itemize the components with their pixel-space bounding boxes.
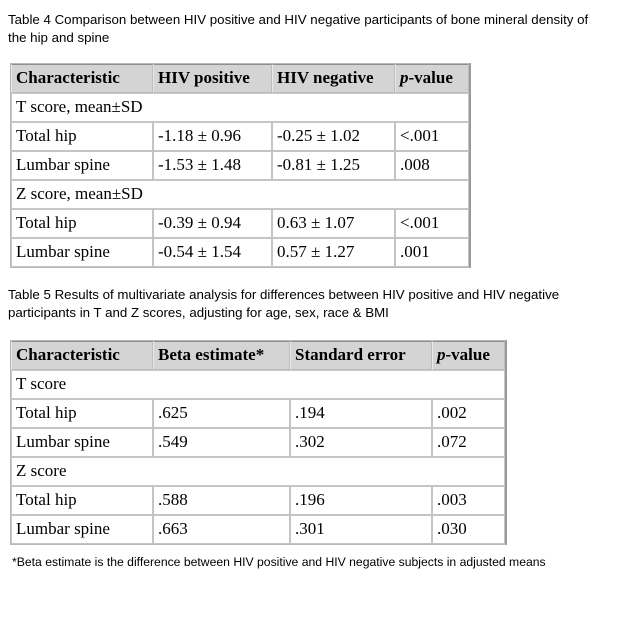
cell-characteristic: Total hip <box>11 486 153 515</box>
table4-caption: Table 4 Comparison between HIV positive … <box>8 12 589 45</box>
cell-hiv-positive: -0.54 ± 1.54 <box>153 238 272 267</box>
table4-section-label-t: T score, mean±SD <box>11 93 469 122</box>
cell-standard-error: .301 <box>290 515 432 544</box>
cell-p-value: .003 <box>432 486 505 515</box>
table4-header-row: Characteristic HIV positive HIV negative… <box>11 64 469 93</box>
cell-hiv-negative: -0.25 ± 1.02 <box>272 122 395 151</box>
cell-hiv-negative: 0.57 ± 1.27 <box>272 238 395 267</box>
cell-characteristic: Lumbar spine <box>11 515 153 544</box>
table5-header-row: Characteristic Beta estimate* Standard e… <box>11 341 505 370</box>
cell-p-value: .001 <box>395 238 469 267</box>
cell-hiv-positive: -1.53 ± 1.48 <box>153 151 272 180</box>
table5-footnote: *Beta estimate is the difference between… <box>12 555 546 569</box>
table4-header-p-value: p-value <box>395 64 469 93</box>
table5-header-characteristic: Characteristic <box>11 341 153 370</box>
cell-beta-estimate: .663 <box>153 515 290 544</box>
cell-p-value: <.001 <box>395 209 469 238</box>
p-symbol: p <box>437 345 446 364</box>
table4-header-hiv-positive: HIV positive <box>153 64 272 93</box>
cell-beta-estimate: .588 <box>153 486 290 515</box>
table-row: Lumbar spine -1.53 ± 1.48 -0.81 ± 1.25 .… <box>11 151 469 180</box>
cell-characteristic: Lumbar spine <box>11 428 153 457</box>
cell-beta-estimate: .625 <box>153 399 290 428</box>
table4: Characteristic HIV positive HIV negative… <box>10 63 471 268</box>
table5-section-header-row: Z score <box>11 457 505 486</box>
table4-section-label-z: Z score, mean±SD <box>11 180 469 209</box>
table4-section-header-row: Z score, mean±SD <box>11 180 469 209</box>
cell-characteristic: Total hip <box>11 209 153 238</box>
cell-p-value: .002 <box>432 399 505 428</box>
cell-characteristic: Total hip <box>11 399 153 428</box>
p-value-suffix: -value <box>445 345 490 364</box>
p-value-suffix: -value <box>408 68 453 87</box>
table4-section-header-row: T score, mean±SD <box>11 93 469 122</box>
table-row: Total hip .625 .194 .002 <box>11 399 505 428</box>
cell-standard-error: .194 <box>290 399 432 428</box>
table5-header-standard-error: Standard error <box>290 341 432 370</box>
cell-hiv-positive: -0.39 ± 0.94 <box>153 209 272 238</box>
cell-standard-error: .302 <box>290 428 432 457</box>
table-row: Total hip .588 .196 .003 <box>11 486 505 515</box>
cell-p-value: .072 <box>432 428 505 457</box>
table-row: Lumbar spine .663 .301 .030 <box>11 515 505 544</box>
table-row: Lumbar spine -0.54 ± 1.54 0.57 ± 1.27 .0… <box>11 238 469 267</box>
cell-hiv-positive: -1.18 ± 0.96 <box>153 122 272 151</box>
table5-section-label-t: T score <box>11 370 505 399</box>
table4-header-hiv-negative: HIV negative <box>272 64 395 93</box>
table5-section-label-z: Z score <box>11 457 505 486</box>
document-page: Table 4 Comparison between HIV positive … <box>0 0 629 570</box>
cell-hiv-negative: 0.63 ± 1.07 <box>272 209 395 238</box>
cell-characteristic: Lumbar spine <box>11 238 153 267</box>
table-row: Total hip -1.18 ± 0.96 -0.25 ± 1.02 <.00… <box>11 122 469 151</box>
table-row: Total hip -0.39 ± 0.94 0.63 ± 1.07 <.001 <box>11 209 469 238</box>
cell-characteristic: Lumbar spine <box>11 151 153 180</box>
table4-header-characteristic: Characteristic <box>11 64 153 93</box>
cell-characteristic: Total hip <box>11 122 153 151</box>
cell-p-value: .030 <box>432 515 505 544</box>
table5-header-beta-estimate: Beta estimate* <box>153 341 290 370</box>
table5: Characteristic Beta estimate* Standard e… <box>10 340 507 545</box>
cell-p-value: <.001 <box>395 122 469 151</box>
table5-section-header-row: T score <box>11 370 505 399</box>
cell-standard-error: .196 <box>290 486 432 515</box>
table5-caption: Table 5 Results of multivariate analysis… <box>8 287 560 320</box>
cell-beta-estimate: .549 <box>153 428 290 457</box>
p-symbol: p <box>400 68 409 87</box>
table-row: Lumbar spine .549 .302 .072 <box>11 428 505 457</box>
table5-header-p-value: p-value <box>432 341 505 370</box>
cell-p-value: .008 <box>395 151 469 180</box>
cell-hiv-negative: -0.81 ± 1.25 <box>272 151 395 180</box>
